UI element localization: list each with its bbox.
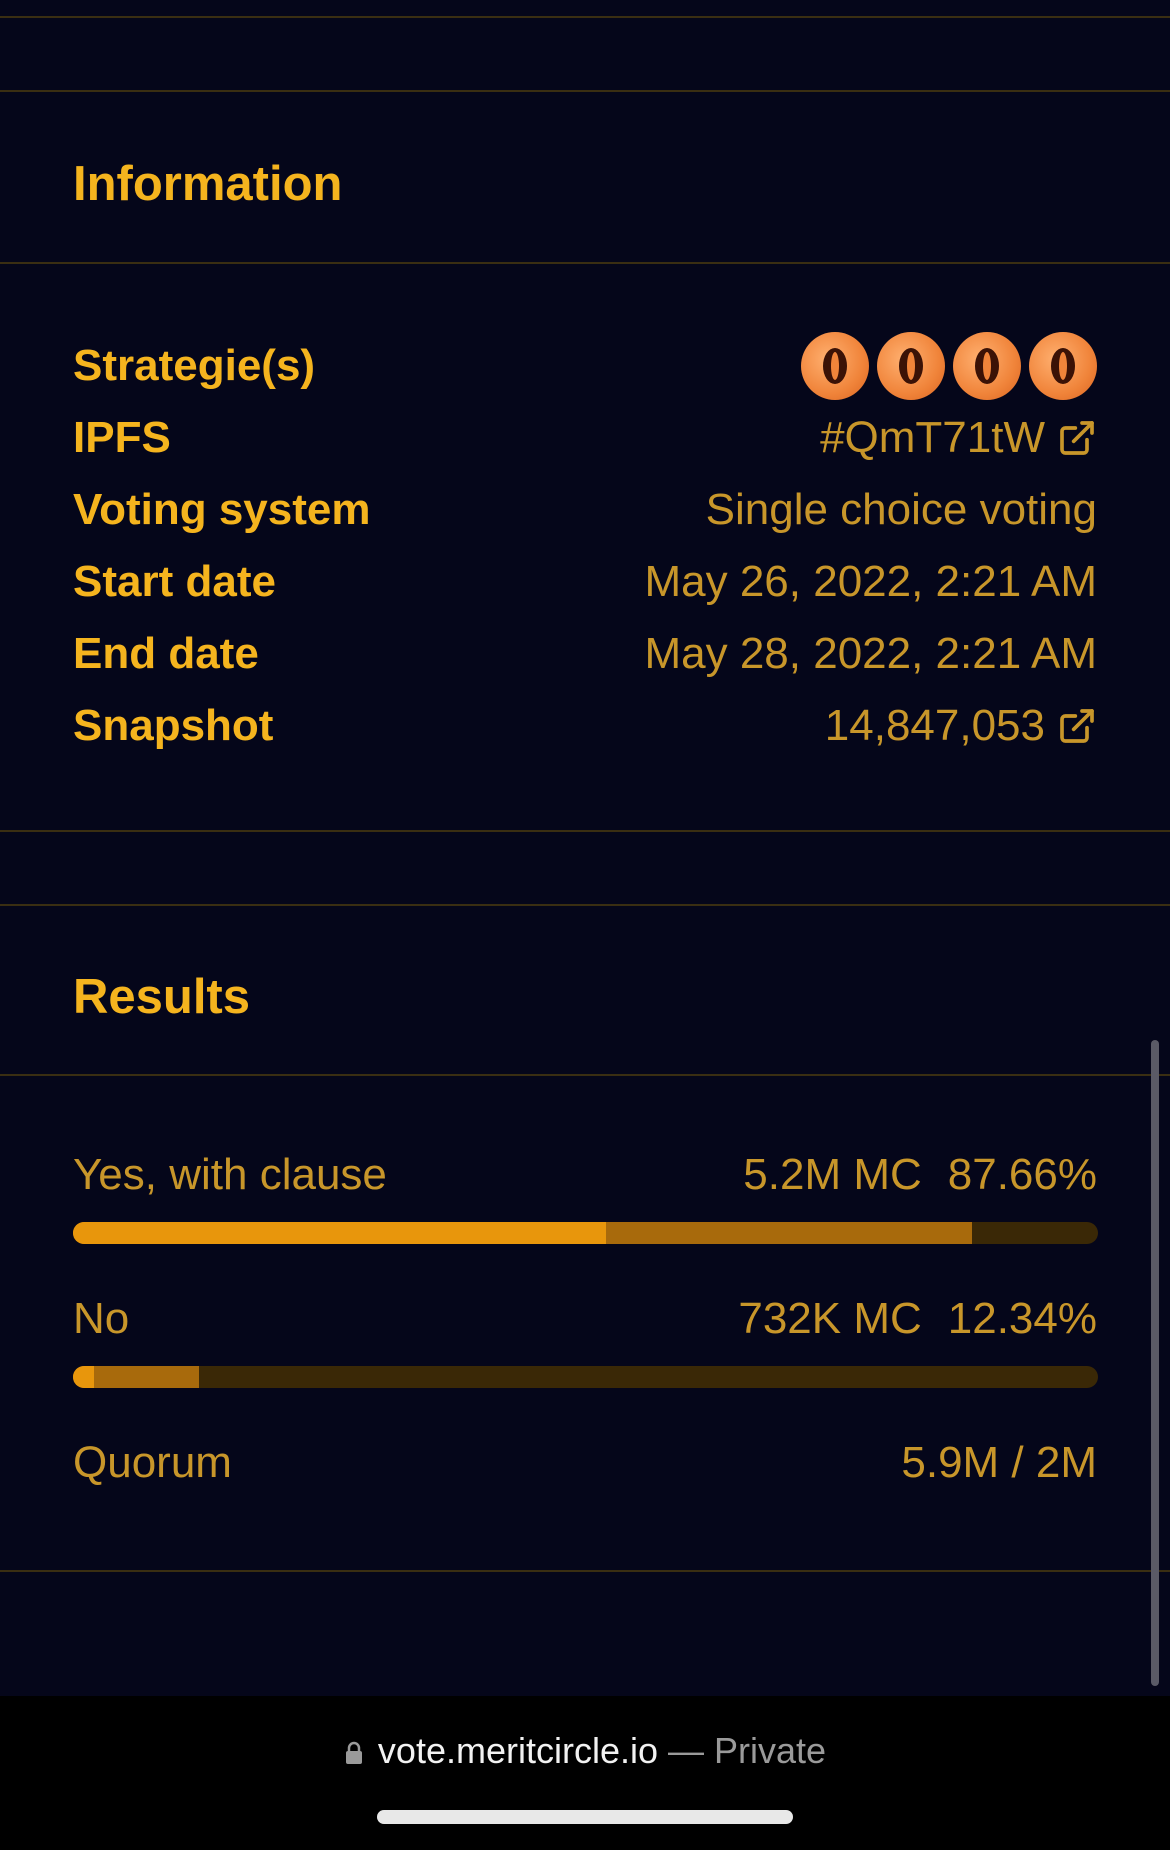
snapshot-link[interactable]: 14,847,053 — [825, 701, 1097, 751]
scrollbar[interactable] — [1151, 1040, 1159, 1686]
result-row-quorum: Quorum 5.9M / 2M — [73, 1438, 1097, 1488]
ipfs-hash: #QmT71tW — [820, 413, 1045, 462]
divider — [0, 830, 1170, 832]
end-date-value: May 28, 2022, 2:21 AM — [644, 629, 1097, 678]
external-link-icon — [1060, 709, 1094, 743]
choice-value: 732K MC 12.34% — [738, 1294, 1097, 1344]
meritcircle-logo-icon[interactable] — [953, 332, 1021, 400]
browsing-mode: Private — [714, 1730, 827, 1771]
info-row-strategies: Strategie(s) — [73, 332, 1097, 400]
result-bar-yes — [73, 1222, 1098, 1244]
choice-percent: 12.34% — [947, 1294, 1097, 1343]
quorum-label: Quorum — [73, 1438, 232, 1487]
results-title: Results — [73, 970, 251, 1024]
info-row-end-date: End date May 28, 2022, 2:21 AM — [73, 624, 1097, 684]
info-label: Voting system — [73, 485, 371, 534]
bar-primary-fill — [73, 1222, 606, 1244]
choice-label: Yes, with clause — [73, 1150, 387, 1199]
divider — [0, 16, 1170, 18]
choice-label: No — [73, 1294, 130, 1343]
divider — [0, 904, 1170, 906]
info-label: IPFS — [73, 413, 171, 462]
info-row-snapshot: Snapshot 14,847,053 — [73, 696, 1097, 756]
bar-primary-fill — [73, 1366, 94, 1388]
result-row-yes: Yes, with clause 5.2M MC 87.66% — [73, 1150, 1097, 1200]
info-label: Start date — [73, 557, 276, 606]
info-row-start-date: Start date May 26, 2022, 2:21 AM — [73, 552, 1097, 612]
divider — [0, 1074, 1170, 1076]
external-link-icon — [1060, 421, 1094, 455]
divider — [0, 262, 1170, 264]
browser-address-bar[interactable] — [0, 1696, 1170, 1850]
info-label: Strategie(s) — [73, 341, 316, 390]
divider — [0, 1570, 1170, 1572]
home-indicator[interactable] — [377, 1810, 793, 1824]
choice-amount: 5.2M MC — [743, 1150, 922, 1199]
choice-amount: 732K MC — [738, 1294, 922, 1343]
choice-value: 5.2M MC 87.66% — [743, 1150, 1097, 1200]
voting-system-value: Single choice voting — [705, 485, 1097, 534]
meritcircle-logo-icon[interactable] — [1029, 332, 1097, 400]
meritcircle-logo-icon[interactable] — [801, 332, 869, 400]
url-display[interactable]: vote.meritcircle.io — Private — [0, 1730, 1170, 1772]
meritcircle-logo-icon[interactable] — [877, 332, 945, 400]
info-row-voting-system: Voting system Single choice voting — [73, 480, 1097, 540]
url-separator: — — [658, 1730, 715, 1771]
start-date-value: May 26, 2022, 2:21 AM — [644, 557, 1097, 606]
choice-percent: 87.66% — [947, 1150, 1097, 1199]
result-row-no: No 732K MC 12.34% — [73, 1294, 1097, 1344]
info-label: Snapshot — [73, 701, 274, 750]
ipfs-link[interactable]: #QmT71tW — [820, 413, 1097, 463]
info-row-ipfs: IPFS #QmT71tW — [73, 408, 1097, 468]
url-text: vote.meritcircle.io — [377, 1730, 658, 1771]
quorum-value: 5.9M / 2M — [901, 1438, 1097, 1487]
information-title: Information — [73, 157, 343, 211]
info-label: End date — [73, 629, 259, 678]
result-bar-no — [73, 1366, 1098, 1388]
snapshot-block: 14,847,053 — [824, 701, 1045, 750]
divider — [0, 90, 1170, 92]
lock-icon — [345, 1741, 362, 1764]
strategies-list — [801, 332, 1097, 400]
